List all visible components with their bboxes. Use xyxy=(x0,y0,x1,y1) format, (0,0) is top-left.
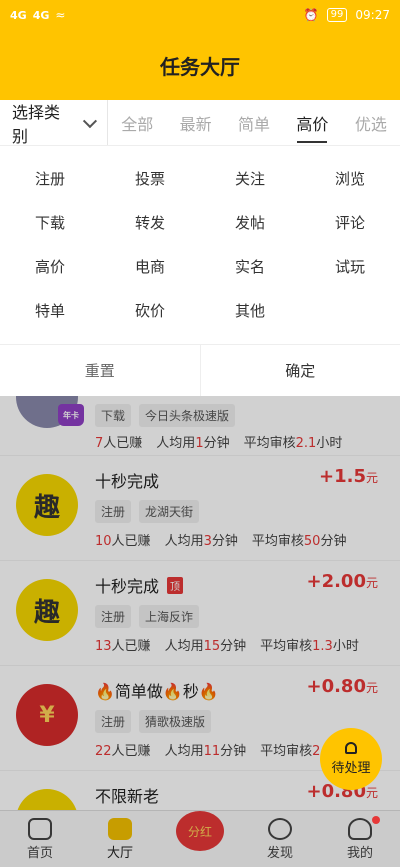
category-label: 选择类别 xyxy=(12,102,61,146)
battery-icon: 99 xyxy=(326,8,348,22)
page-title: 任务大厅 xyxy=(160,54,240,79)
category-select[interactable]: 选择类别 xyxy=(0,100,108,146)
home-icon xyxy=(28,817,52,840)
pending-label: 待处理 xyxy=(331,761,371,776)
category-option[interactable]: 转发 xyxy=(100,200,200,244)
bell-icon xyxy=(345,742,357,754)
nav-dividend[interactable]: 分红 xyxy=(160,811,240,867)
signal-icon: 4G xyxy=(10,8,27,22)
task-meta: 10人已赚 人均用3分钟 平均审核50分钟 xyxy=(95,534,347,549)
nav-mine[interactable]: 我的 xyxy=(320,811,400,867)
grid-icon xyxy=(108,817,132,840)
app-header: 任务大厅 xyxy=(0,30,400,100)
task-price: +0.80元 xyxy=(306,676,378,697)
task-tag: 注册 xyxy=(95,605,132,628)
task-meta: 13人已赚 人均用15分钟 平均审核1.3小时 xyxy=(95,639,359,654)
task-thumbnail: 年卡 xyxy=(16,396,84,428)
task-price: +2.00元 xyxy=(306,571,378,592)
task-tag: 注册 xyxy=(95,500,132,523)
category-filter-panel: 注册 投票 关注 浏览 下载 转发 发帖 评论 高价 电商 实名 试玩 特单 砍… xyxy=(0,146,400,396)
category-option[interactable]: 投票 xyxy=(100,156,200,200)
tab-latest[interactable]: 最新 xyxy=(166,100,224,145)
category-option[interactable]: 关注 xyxy=(200,156,300,200)
task-meta: 7人已赚 人均用1分钟 平均审核2.1小时 xyxy=(95,436,343,451)
tab-featured[interactable]: 优选 xyxy=(342,100,400,145)
task-tag: 上海反诈 xyxy=(139,605,200,628)
category-option[interactable]: 实名 xyxy=(200,244,300,288)
task-tag: 猜歌极速版 xyxy=(139,710,212,733)
tab-high-price[interactable]: 高价 xyxy=(283,100,341,145)
crown-icon: 年卡 xyxy=(58,404,84,426)
filter-tabs: 选择类别 全部 最新 简单 高价 优选 xyxy=(0,100,400,146)
nav-hall[interactable]: 大厅 xyxy=(80,811,160,867)
task-tag: 下载 xyxy=(95,404,132,427)
status-bar: 4G 4G ≈ ⏰ 99 09:27 xyxy=(0,0,400,30)
filter-actions: 重置 确定 xyxy=(0,344,400,396)
pending-button[interactable]: 待处理 xyxy=(320,728,382,790)
dividend-icon: 分红 xyxy=(176,811,224,851)
category-option[interactable]: 高价 xyxy=(0,244,100,288)
task-title: 十秒完成顶 xyxy=(95,573,184,597)
category-option[interactable]: 电商 xyxy=(100,244,200,288)
notification-dot xyxy=(372,816,380,824)
category-option[interactable]: 浏览 xyxy=(300,156,400,200)
category-grid: 注册 投票 关注 浏览 下载 转发 发帖 评论 高价 电商 实名 试玩 特单 砍… xyxy=(0,146,400,332)
planet-icon xyxy=(268,817,292,840)
alarm-icon: ⏰ xyxy=(303,8,319,22)
task-tag: 注册 xyxy=(95,710,132,733)
chevron-down-icon xyxy=(83,113,98,128)
category-option[interactable]: 砍价 xyxy=(100,288,200,332)
top-badge: 顶 xyxy=(167,576,184,594)
wifi-icon: ≈ xyxy=(55,8,66,22)
category-option[interactable]: 特单 xyxy=(0,288,100,332)
task-thumbnail: 趣 xyxy=(16,579,78,641)
task-item[interactable]: 趣 十秒完成 +1.5元 注册 龙湖天街 10人已赚 人均用3分钟 平均审核50… xyxy=(0,456,400,561)
reset-button[interactable]: 重置 xyxy=(0,345,201,396)
task-thumbnail: ¥ xyxy=(16,684,78,746)
tab-simple[interactable]: 简单 xyxy=(225,100,283,145)
nav-discover[interactable]: 发现 xyxy=(240,811,320,867)
task-item[interactable]: 年卡 下载 今日头条极速版 7人已赚 人均用1分钟 平均审核2.1小时 xyxy=(0,396,400,456)
signal-icon-2: 4G xyxy=(32,8,50,22)
confirm-button[interactable]: 确定 xyxy=(201,345,400,396)
category-option[interactable]: 试玩 xyxy=(300,244,400,288)
user-icon xyxy=(348,817,372,840)
category-option[interactable]: 评论 xyxy=(300,200,400,244)
category-option[interactable]: 下载 xyxy=(0,200,100,244)
tab-all[interactable]: 全部 xyxy=(108,100,166,145)
category-option[interactable]: 其他 xyxy=(200,288,300,332)
task-tag: 龙湖天街 xyxy=(139,500,200,523)
category-option[interactable]: 注册 xyxy=(0,156,100,200)
task-price: +1.5元 xyxy=(319,466,378,487)
task-item[interactable]: 趣 十秒完成顶 +2.00元 注册 上海反诈 13人已赚 人均用15分钟 平均审… xyxy=(0,561,400,666)
task-tag: 今日头条极速版 xyxy=(139,404,236,427)
task-title: 不限新老 xyxy=(95,787,160,806)
nav-home[interactable]: 首页 xyxy=(0,811,80,867)
bottom-nav: 首页 大厅 分红 发现 我的 xyxy=(0,810,400,867)
category-option[interactable]: 发帖 xyxy=(200,200,300,244)
task-title: 🔥简单做🔥秒🔥 xyxy=(95,682,219,701)
task-thumbnail: 趣 xyxy=(16,474,78,536)
task-thumbnail xyxy=(16,789,78,810)
status-time: 09:27 xyxy=(355,8,390,22)
task-title: 十秒完成 xyxy=(95,472,160,491)
